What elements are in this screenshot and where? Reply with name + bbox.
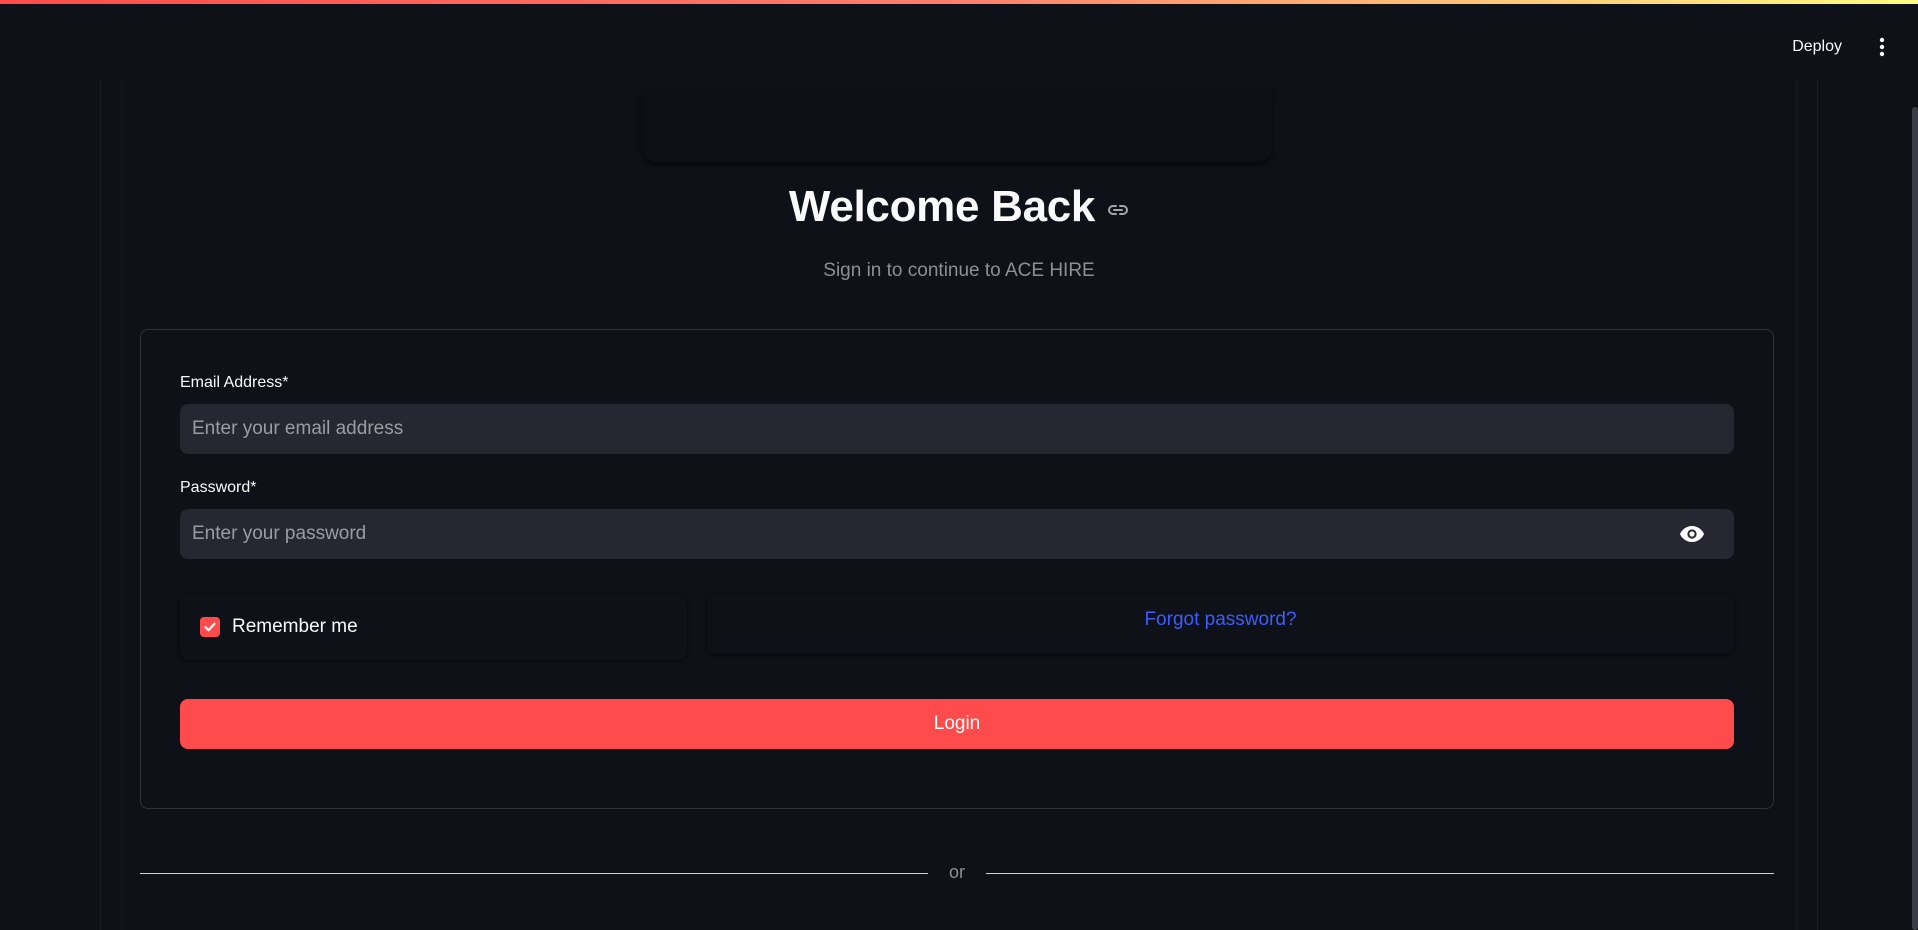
email-label: Email Address*: [180, 374, 289, 391]
forgot-password-link[interactable]: Forgot password?: [707, 594, 1734, 646]
deploy-button[interactable]: Deploy: [1780, 30, 1854, 64]
page-subtitle: Sign in to continue to ACE HIRE: [823, 260, 1095, 281]
link-icon[interactable]: [1107, 203, 1129, 217]
divider-line-right: [986, 873, 1774, 874]
remember-me-container: Remember me: [180, 594, 687, 660]
title-row: Welcome Back: [0, 182, 1918, 232]
password-label: Password*: [180, 479, 257, 496]
password-field[interactable]: [180, 509, 1734, 559]
login-button[interactable]: Login: [180, 699, 1734, 749]
kebab-menu-icon[interactable]: [1868, 33, 1896, 61]
eye-icon[interactable]: [1678, 522, 1706, 546]
logo-container: [642, 90, 1272, 162]
forgot-password-container: Forgot password?: [707, 594, 1734, 654]
email-field-container: [180, 404, 1734, 454]
remember-me-checkbox[interactable]: [200, 617, 220, 637]
password-field-container: [180, 509, 1734, 559]
top-toolbar: Deploy: [1780, 4, 1918, 90]
page-title: Welcome Back: [788, 182, 1096, 231]
login-form: Email Address* Password* Remember me For…: [140, 329, 1774, 809]
email-field[interactable]: [180, 404, 1734, 454]
remember-me-label[interactable]: Remember me: [232, 616, 358, 638]
check-icon: [204, 622, 216, 632]
or-divider: or: [140, 862, 1774, 886]
header-decoration-bar: [0, 0, 1918, 4]
